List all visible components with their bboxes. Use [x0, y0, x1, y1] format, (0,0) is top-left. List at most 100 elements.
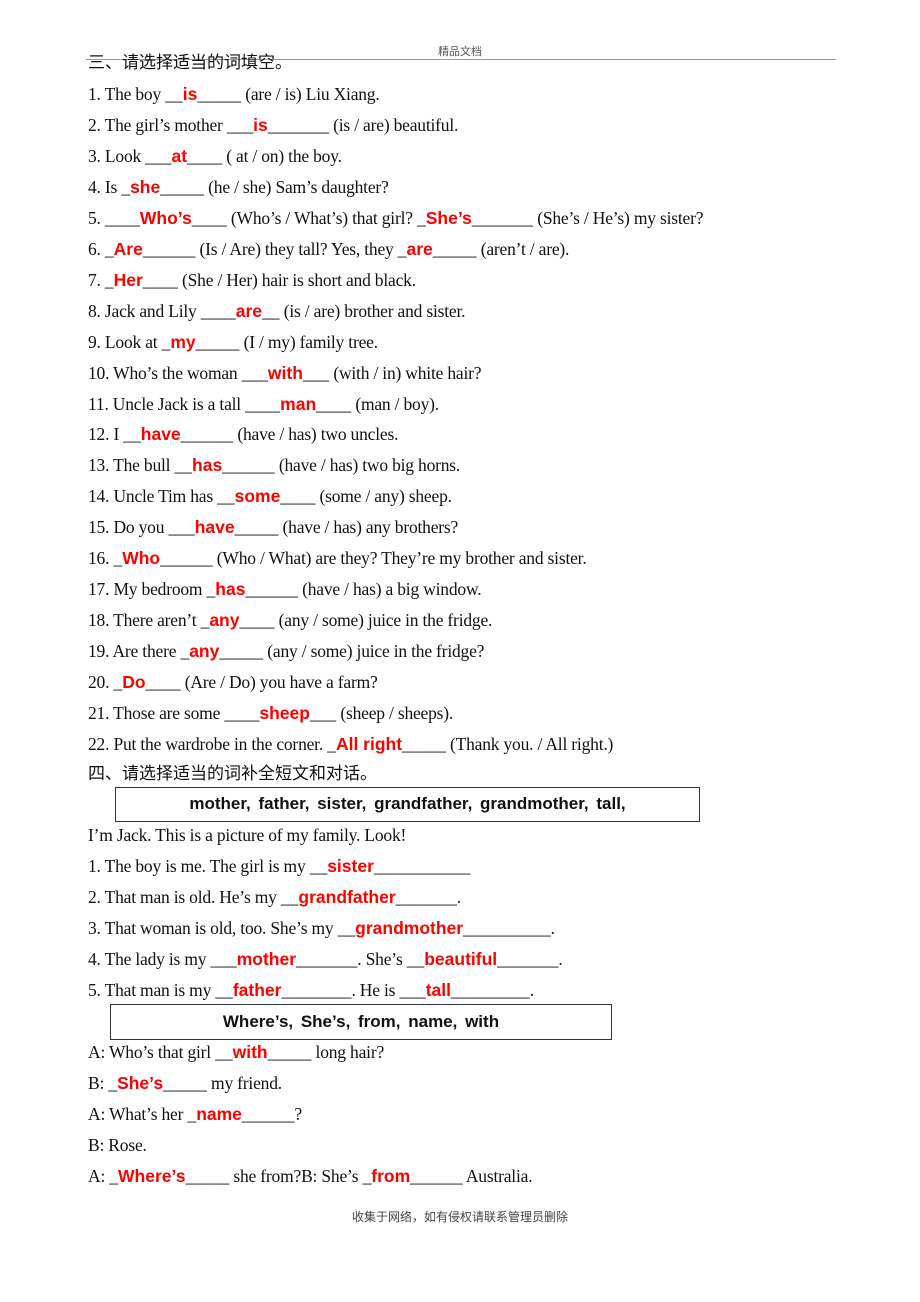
blank-underline: ___	[226, 114, 254, 135]
blank-underline: _______	[395, 886, 457, 907]
passage-item: 3. That woman is old, too. She’s my __gr…	[88, 913, 555, 943]
item-text: (he / she) Sam’s daughter?	[203, 176, 389, 197]
answer-text: with	[267, 362, 303, 383]
answer-text: have	[140, 424, 181, 445]
dialogue-line: A: _Where’s_____ she from?B: She’s _from…	[88, 1161, 533, 1191]
passage-intro: I’m Jack. This is a picture of my family…	[88, 825, 407, 845]
blank-underline: __	[337, 917, 356, 938]
answer-text: Where’s	[118, 1165, 186, 1186]
passage-item: 1. The boy is me. The girl is my __siste…	[88, 851, 470, 881]
item-text: A:	[88, 1165, 110, 1186]
blank-underline: _	[327, 733, 336, 754]
word-bank-box-2: Where’s, She’s, from, name, with	[110, 1004, 612, 1040]
item-text: 14. Uncle Tim has	[88, 486, 218, 507]
item-text: 5. That man is my	[88, 979, 216, 1000]
blank-underline: ____	[187, 145, 223, 166]
answer-text: She’s	[425, 207, 472, 228]
item-text: (Is / Are) they tall? Yes, they	[195, 238, 398, 259]
item-text: .	[456, 886, 462, 907]
item-text: 3. Look	[88, 145, 146, 166]
exercise-item: 16. _Who______ (Who / What) are they? Th…	[88, 543, 587, 573]
item-text: (any / some) juice in the fridge?	[263, 641, 485, 662]
exercise-item: 8. Jack and Lily ____are__ (is / are) br…	[88, 296, 466, 326]
passage-item: 5. That man is my __father________. He i…	[88, 975, 534, 1005]
blank-underline: __	[174, 455, 193, 476]
blank-underline: __	[217, 486, 235, 507]
item-text: long hair?	[311, 1042, 385, 1062]
blank-underline: ____	[142, 269, 178, 290]
item-text: 8. Jack and Lily	[88, 300, 201, 321]
blank-underline: _____	[402, 733, 446, 754]
answer-text: Do	[122, 672, 146, 693]
blank-underline: __	[123, 424, 141, 445]
answer-text: at	[171, 145, 188, 166]
item-text: (any / some) juice in the fridge.	[274, 610, 493, 631]
item-text: (have / has) two uncles.	[233, 424, 399, 445]
blank-underline: _______	[471, 207, 534, 228]
answer-text: some	[234, 486, 281, 507]
exercise-item: 7. _Her____ (She / Her) hair is short an…	[88, 265, 416, 295]
answer-text: has	[215, 579, 246, 600]
exercise-item: 2. The girl’s mother ___is_______ (is / …	[88, 110, 458, 140]
answer-text: Are	[113, 238, 143, 259]
item-text: (aren’t / are).	[476, 238, 570, 259]
blank-underline: _____	[185, 1165, 230, 1186]
item-text: ?	[294, 1103, 302, 1124]
item-text: 6.	[88, 238, 105, 259]
blank-underline: ______	[142, 238, 196, 259]
exercise-item: 12. I __have______ (have / has) two uncl…	[88, 419, 398, 449]
answer-text: Who’s	[139, 207, 192, 228]
exercise-item: 21. Those are some ____sheep___ (sheep /…	[88, 698, 453, 728]
answer-text: sheep	[259, 703, 310, 723]
item-text: (Who / What) are they? They’re my brothe…	[212, 548, 587, 569]
answer-text: All right	[335, 733, 403, 754]
exercise-item: 3. Look ___at____ ( at / on) the boy.	[88, 141, 342, 171]
blank-underline: _____	[219, 641, 264, 662]
answer-text: are	[406, 238, 433, 259]
blank-underline: _	[206, 579, 216, 600]
item-text: 7.	[88, 269, 105, 290]
item-text: (Thank you. / All right.)	[445, 733, 614, 754]
blank-underline: ___________	[373, 856, 471, 876]
item-text: (are / is) Liu Xiang.	[241, 84, 380, 104]
blank-underline: __________	[463, 917, 551, 938]
blank-underline: ____	[316, 393, 352, 414]
blank-underline: __	[280, 886, 299, 907]
blank-underline: _	[108, 1072, 118, 1093]
dialogue-line: B: _She’s_____ my friend.	[88, 1068, 282, 1098]
item-text: 16.	[88, 548, 114, 569]
exercise-item: 19. Are there _any_____ (any / some) jui…	[88, 636, 484, 666]
item-text: (with / in) white hair?	[329, 362, 482, 383]
item-text: A: Who’s that girl	[88, 1042, 216, 1062]
answer-text: she	[130, 176, 161, 197]
item-text: 15. Do you	[88, 517, 169, 538]
exercise-item: 22. Put the wardrobe in the corner. _All…	[88, 729, 613, 759]
blank-underline: ______	[180, 424, 234, 445]
item-text: B: Rose.	[88, 1134, 147, 1155]
answer-text: any	[209, 610, 240, 631]
item-text: B:	[88, 1072, 109, 1093]
answer-text: sister	[327, 856, 374, 876]
item-text: .	[558, 948, 563, 969]
item-text: 20.	[88, 672, 114, 693]
section-3-heading: 三、请选择适当的词填空。	[88, 53, 292, 73]
answer-text: Who	[122, 548, 161, 569]
blank-underline: _____	[163, 1072, 207, 1093]
answer-text: have	[194, 517, 235, 538]
blank-underline: _	[113, 672, 123, 693]
exercise-item: 9. Look at _my_____ (I / my) family tree…	[88, 327, 378, 357]
blank-underline: _____	[432, 238, 477, 259]
blank-underline: ______	[222, 455, 275, 476]
blank-underline: ___	[309, 703, 337, 723]
item-text: 18. There aren’t	[88, 610, 201, 631]
blank-underline: ____	[280, 486, 316, 507]
blank-underline: _	[397, 238, 407, 259]
item-text: (Who’s / What’s) that girl?	[226, 207, 417, 228]
blank-underline: _	[109, 1165, 119, 1186]
blank-underline: ___	[302, 362, 330, 383]
answer-text: man	[280, 393, 317, 414]
blank-underline: _	[104, 269, 114, 290]
blank-underline: _______	[497, 948, 559, 969]
blank-underline: __	[406, 948, 425, 969]
item-text: (have / has) two big horns.	[274, 455, 461, 476]
